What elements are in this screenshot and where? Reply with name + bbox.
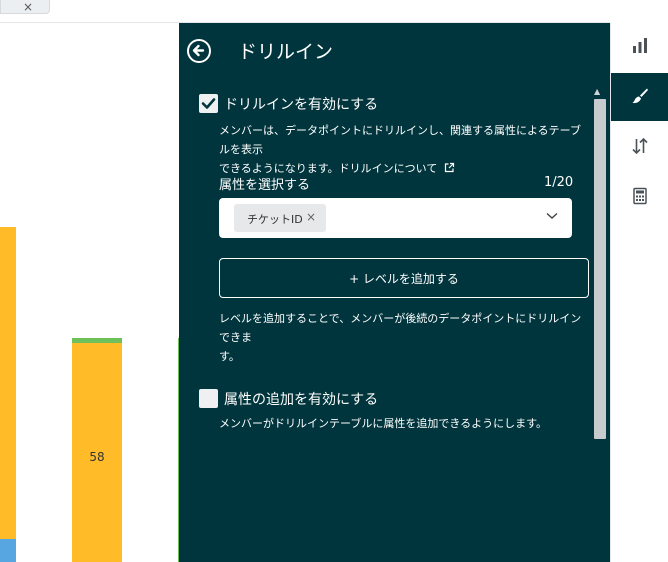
back-arrow-icon[interactable]: [187, 39, 211, 63]
tab-close-icon[interactable]: ×: [23, 1, 33, 13]
bar-value-label: 58: [89, 450, 105, 464]
checkmark-icon: [201, 98, 216, 109]
bar-left-bottom[interactable]: [0, 539, 16, 562]
attribute-add-description: メンバーがドリルインテーブルに属性を追加できるようにします。: [219, 417, 548, 430]
sidebar-item-calculator[interactable]: [611, 173, 668, 221]
paintbrush-icon: [632, 88, 648, 104]
panel-header: ドリルイン: [179, 23, 610, 79]
panel-scrollbar[interactable]: ▲: [592, 85, 608, 562]
attribute-count: 1/20: [544, 175, 574, 190]
attribute-add-enable-label: 属性の追加を有効にする: [224, 392, 379, 408]
attribute-add-enable-checkbox[interactable]: [199, 389, 218, 408]
attribute-select-label: 属性を選択する: [219, 178, 311, 193]
top-tab[interactable]: ×: [0, 0, 50, 14]
add-level-button[interactable]: + レベルを追加する: [219, 258, 589, 298]
scroll-thumb[interactable]: [594, 99, 606, 439]
external-link-icon[interactable]: [444, 162, 455, 173]
sidebar-item-sort[interactable]: [611, 123, 668, 171]
chevron-down-icon[interactable]: [546, 212, 558, 220]
sort-arrows-icon: [632, 137, 648, 155]
panel-title: ドリルイン: [238, 41, 334, 63]
attribute-chip: チケットID ×: [234, 204, 326, 232]
sidebar-item-chart[interactable]: [611, 23, 668, 71]
right-sidebar: [610, 23, 668, 562]
sidebar-item-style[interactable]: [611, 73, 668, 121]
drillin-panel: ドリルイン ドリルインを有効にする メンバーは、データポイントにドリルインし、関…: [179, 23, 610, 562]
calculator-icon: [633, 187, 647, 205]
attribute-chip-label: チケットID: [247, 213, 303, 226]
drillin-description: メンバーは、データポイントにドリルインし、関連する属性によるテーブルを表示 でき…: [219, 124, 582, 175]
drillin-enable-label: ドリルインを有効にする: [224, 97, 379, 113]
scroll-up-icon[interactable]: ▲: [594, 87, 600, 96]
drillin-enable-checkbox[interactable]: [199, 94, 218, 113]
chip-remove-icon[interactable]: ×: [306, 210, 316, 224]
bar-left-main[interactable]: [0, 227, 16, 539]
add-level-description: レベルを追加することで、メンバーが後続のデータポイントにドリルインできま す。: [219, 312, 582, 363]
bar-chart-icon: [633, 38, 647, 53]
attribute-select[interactable]: チケットID ×: [219, 198, 572, 238]
